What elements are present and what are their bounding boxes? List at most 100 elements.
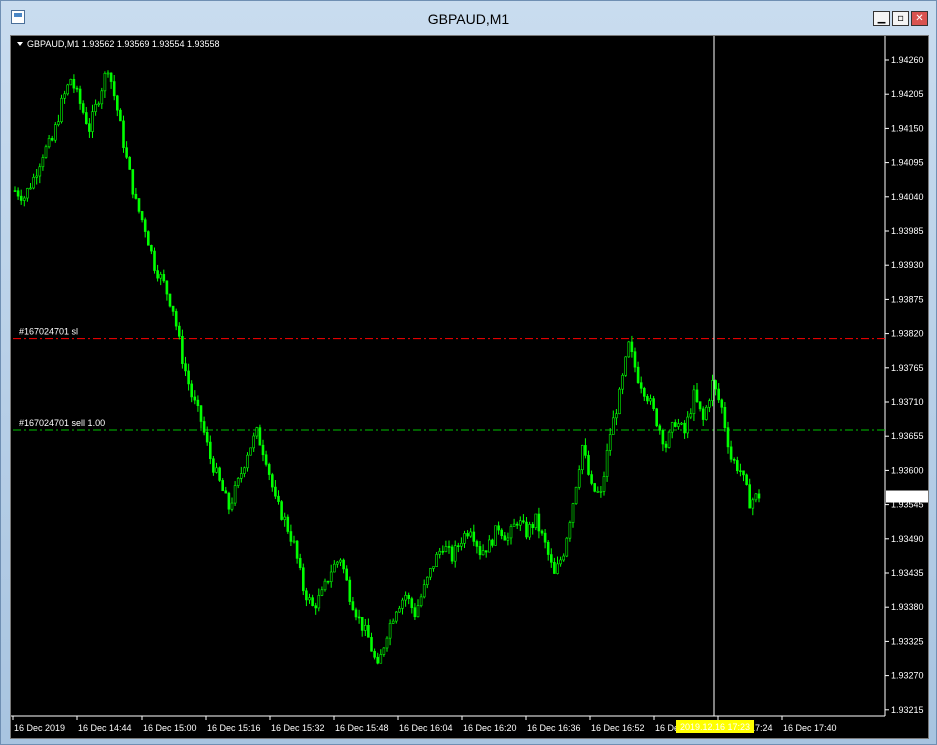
candle-body — [305, 590, 308, 601]
candle-body — [249, 447, 252, 456]
time-tick-label: 16 Dec 17:40 — [783, 723, 837, 733]
candle-body — [587, 455, 590, 475]
candle-body — [537, 513, 541, 532]
time-tick-label: 16 Dec 15:48 — [335, 723, 389, 733]
candle-body — [627, 341, 631, 358]
candle-body — [745, 474, 748, 485]
candle-body — [599, 491, 603, 493]
candle-body — [289, 531, 293, 542]
candle-body — [398, 608, 401, 613]
candle-body — [295, 540, 299, 559]
candle-body — [401, 599, 404, 609]
candle-body — [546, 541, 550, 555]
candle-body — [425, 576, 429, 586]
chart-area[interactable]: 1.94260 1.94205 1.94150 1.94095 1.94040 1.939… — [10, 35, 929, 739]
candle-body — [621, 374, 624, 390]
candle-body — [559, 559, 562, 565]
candle-body — [655, 408, 659, 427]
candle-body — [658, 425, 662, 431]
minimize-button[interactable]: ▁ — [873, 11, 890, 26]
candle-body — [224, 490, 228, 494]
candle-body — [363, 625, 367, 631]
candle-body — [673, 422, 677, 427]
candle-body — [122, 120, 125, 148]
dropdown-triangle-icon[interactable] — [17, 42, 23, 46]
candle-body — [466, 533, 469, 537]
candle-body — [385, 637, 389, 649]
candle-body — [85, 112, 88, 125]
candle-body — [708, 400, 711, 408]
close-button[interactable]: ✕ — [911, 11, 928, 26]
candle-body — [456, 545, 460, 547]
candle-body — [270, 474, 274, 488]
candle-body — [642, 388, 646, 397]
candle-body — [308, 597, 311, 601]
candle-body — [348, 579, 352, 602]
candle-body — [689, 413, 693, 418]
candle-body — [215, 467, 218, 473]
candle-body — [314, 605, 318, 609]
candle-body — [258, 427, 262, 446]
candle-body — [29, 187, 32, 190]
candle-body — [19, 195, 23, 201]
candle-body — [664, 443, 668, 448]
candlestick-chart[interactable]: 1.94260 1.94205 1.94150 1.94095 1.94040 1.939… — [11, 36, 928, 738]
candle-body — [143, 219, 147, 232]
candle-body — [41, 157, 45, 168]
candle-body — [692, 389, 696, 415]
candle-body — [463, 533, 466, 544]
candle-body — [69, 79, 73, 86]
candle-body — [286, 516, 290, 532]
candle-body — [379, 654, 383, 664]
candle-body — [205, 432, 209, 443]
candle-body — [633, 351, 637, 368]
candle-body — [233, 485, 237, 504]
candle-body — [301, 567, 305, 592]
price-tick-label: 1.93930 — [891, 260, 924, 270]
candle-body — [618, 388, 621, 415]
candle-body — [150, 244, 153, 252]
candle-body — [78, 88, 82, 104]
candle-body — [106, 72, 110, 75]
price-tick-label: 1.93270 — [891, 671, 924, 681]
time-tick-label: 16 Dec 15:00 — [143, 723, 197, 733]
candle-body — [165, 280, 169, 295]
restore-button[interactable]: ▫ — [892, 11, 909, 26]
candle-body — [140, 211, 144, 221]
candle-body — [351, 601, 355, 611]
price-tick-label: 1.93215 — [891, 705, 924, 715]
candle-body — [748, 484, 752, 509]
candle-body — [280, 501, 283, 520]
candle-body — [410, 598, 414, 608]
candle-body — [50, 138, 54, 141]
candle-body — [376, 656, 380, 664]
candle-body — [47, 138, 51, 148]
candle-body — [212, 458, 215, 473]
candle-body — [196, 399, 200, 406]
candle-body — [261, 444, 265, 456]
candle-body — [394, 611, 398, 622]
candle-body — [534, 513, 538, 529]
candle-body — [119, 109, 122, 122]
candle-body — [553, 562, 556, 574]
candle-body — [116, 95, 119, 111]
candle-body — [137, 198, 141, 212]
title-bar[interactable]: GBPAUD,M1 ▁ ▫ ✕ — [1, 1, 936, 35]
candle-body — [274, 486, 277, 497]
candle-body — [336, 561, 339, 565]
time-tick-label: 16 Dec 14:44 — [78, 723, 132, 733]
candle-body — [701, 408, 705, 420]
candle-body — [472, 531, 476, 542]
candle-body — [562, 555, 566, 561]
candle-body — [103, 73, 107, 92]
candle-body — [193, 396, 197, 401]
candle-body — [171, 305, 175, 312]
candle-body — [156, 270, 159, 279]
current-price-label: 1.93558 — [889, 492, 922, 502]
candle-body — [283, 516, 287, 520]
candle-body — [407, 595, 411, 599]
candle-body — [44, 146, 48, 158]
candle-body — [320, 589, 324, 596]
candle-body — [577, 469, 581, 488]
candle-body — [97, 103, 100, 106]
